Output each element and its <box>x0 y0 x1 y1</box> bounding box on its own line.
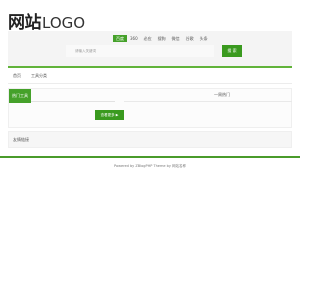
search-tab-baidu[interactable]: 百度 <box>113 35 127 42</box>
nav-item-categories[interactable]: 工具分类 <box>26 69 52 83</box>
search-engine-tabs: 百度 360 必应 搜狗 微信 谷歌 头条 <box>113 35 211 42</box>
nav-item-home[interactable]: 首页 <box>8 69 26 83</box>
hot-tools-tab[interactable]: 热门工具 <box>9 89 31 103</box>
search-tab-toutiao[interactable]: 头条 <box>197 35 211 42</box>
divider <box>31 101 115 102</box>
main-nav: 首页 工具分类 <box>8 69 292 84</box>
friend-links-heading: 友情链接 <box>13 137 29 142</box>
logo-text-en: LOGO <box>42 14 86 32</box>
search-tab-weixin[interactable]: 微信 <box>169 35 183 42</box>
search-tab-bing[interactable]: 必应 <box>141 35 155 42</box>
search-tab-google[interactable]: 谷歌 <box>183 35 197 42</box>
search-tab-sogou[interactable]: 搜狗 <box>155 35 169 42</box>
weekly-popular-heading: 一周热门 <box>214 92 230 97</box>
footer-credit: Powered by ZBlogPHP Theme by 网站名称 <box>113 164 187 168</box>
hot-tools-panel: 热门工具 一周热门 查看更多 ▶ <box>8 88 292 128</box>
view-more-button[interactable]: 查看更多 ▶ <box>95 110 124 120</box>
friend-links-panel: 友情链接 <box>8 131 292 148</box>
site-logo[interactable]: 网站 LOGO <box>8 8 85 33</box>
logo-text-cn: 网站 <box>8 13 42 33</box>
footer-divider <box>0 156 300 158</box>
search-button[interactable]: 搜 索 <box>222 45 242 57</box>
search-tab-360[interactable]: 360 <box>127 35 141 42</box>
search-input[interactable] <box>66 45 214 57</box>
search-panel: 百度 360 必应 搜狗 微信 谷歌 头条 搜 索 <box>8 31 292 68</box>
search-row: 搜 索 <box>66 45 242 57</box>
divider <box>124 101 292 102</box>
